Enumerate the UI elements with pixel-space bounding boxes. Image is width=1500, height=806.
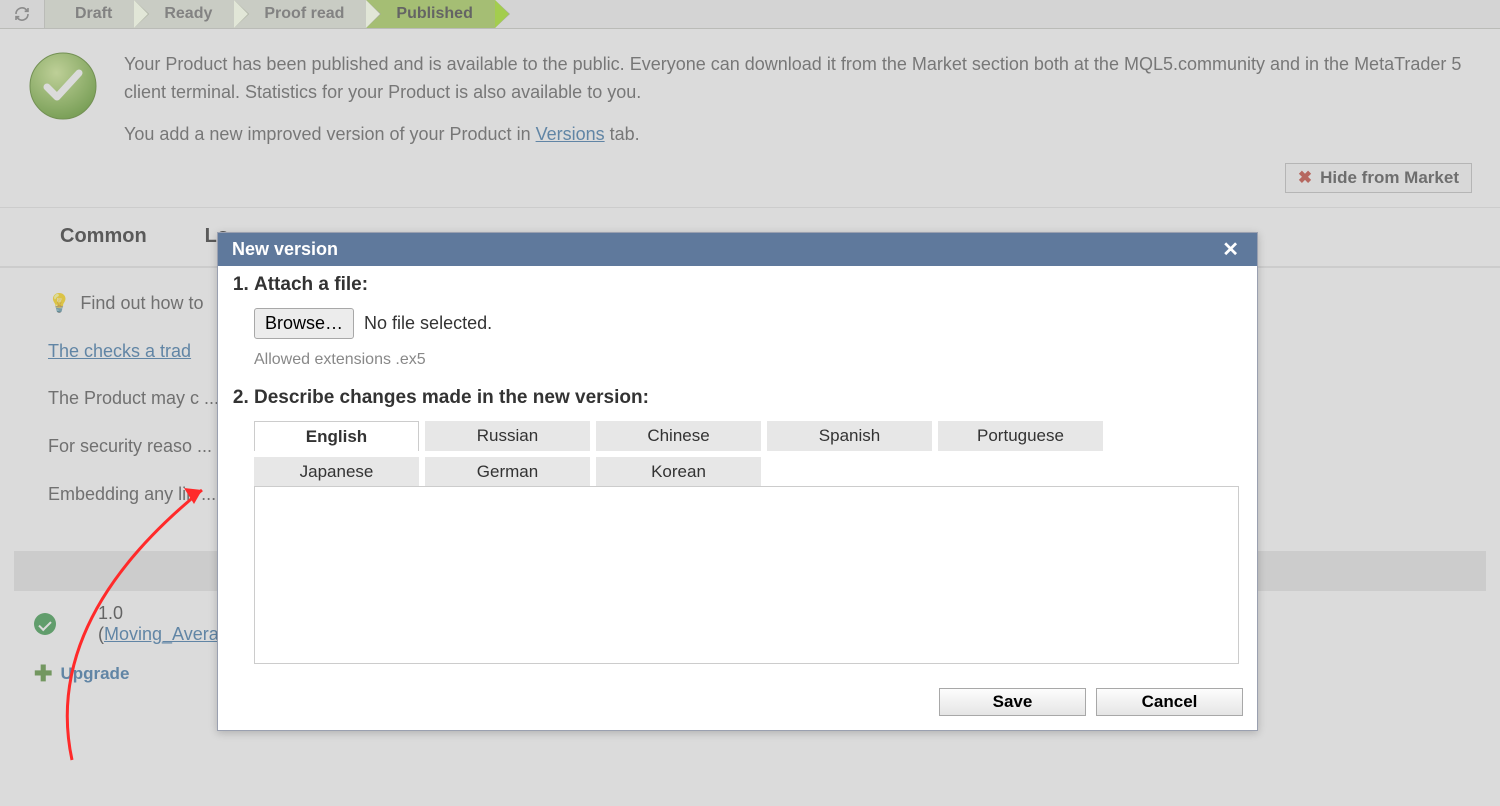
new-version-dialog: New version ✕ Attach a file: Browse… No … <box>217 232 1258 731</box>
changes-textarea[interactable] <box>254 486 1239 664</box>
lang-tab-english[interactable]: English <box>254 421 419 451</box>
lang-tab-korean[interactable]: Korean <box>596 457 761 487</box>
cancel-button[interactable]: Cancel <box>1096 688 1243 716</box>
allowed-extensions: Allowed extensions .ex5 <box>254 351 1243 369</box>
save-button[interactable]: Save <box>939 688 1086 716</box>
step2-label: Describe changes made in the new version… <box>254 387 649 408</box>
lang-tab-japanese[interactable]: Japanese <box>254 457 419 487</box>
browse-button[interactable]: Browse… <box>254 308 354 339</box>
lang-tab-spanish[interactable]: Spanish <box>767 421 932 451</box>
file-status: No file selected. <box>364 313 492 334</box>
lang-tab-russian[interactable]: Russian <box>425 421 590 451</box>
dialog-title: New version <box>232 239 338 260</box>
dialog-close-button[interactable]: ✕ <box>1218 240 1243 260</box>
lang-tab-chinese[interactable]: Chinese <box>596 421 761 451</box>
lang-tab-german[interactable]: German <box>425 457 590 487</box>
lang-tab-portuguese[interactable]: Portuguese <box>938 421 1103 451</box>
step1-label: Attach a file: <box>254 274 368 295</box>
language-tabs: English Russian Chinese Spanish Portugue… <box>254 421 1243 487</box>
dialog-titlebar: New version ✕ <box>218 233 1257 266</box>
